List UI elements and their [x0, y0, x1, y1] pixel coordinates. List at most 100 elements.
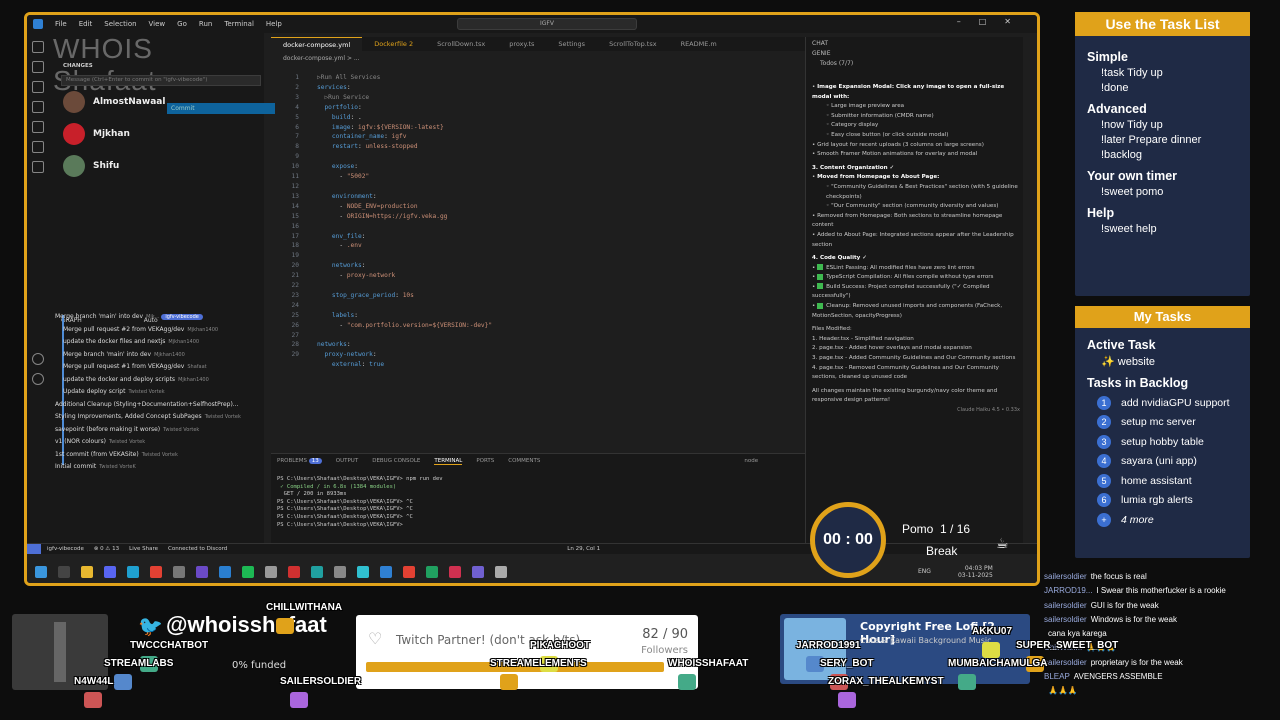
menu-terminal[interactable]: Terminal [224, 20, 254, 28]
tab-proxy[interactable]: proxy.ts [497, 40, 546, 48]
status-discord[interactable]: Connected to Discord [168, 546, 227, 552]
commit-row[interactable]: Merge pull request #1 from VEKAgg/dev Sha… [63, 361, 242, 374]
commit-row[interactable]: Styling Improvements, Added Concept SubP… [55, 411, 242, 424]
changes-header[interactable]: CHANGES [63, 63, 93, 69]
menu-edit[interactable]: Edit [79, 20, 93, 28]
terminal-shell-select[interactable]: node [744, 458, 758, 465]
remote-icon[interactable] [32, 141, 44, 153]
docker-icon[interactable] [32, 161, 44, 173]
tab-comments[interactable]: COMMENTS [508, 458, 540, 465]
tab-debug-console[interactable]: DEBUG CONSOLE [372, 458, 420, 465]
discord-icon[interactable] [104, 565, 116, 578]
commit-row[interactable]: Additional Cleanup (Styling+Documentatio… [55, 399, 242, 412]
gear-icon[interactable] [32, 373, 44, 385]
code-editor[interactable]: 1 2 3 4 5 6 7 8 9 10 11 12 13 14 15 16 17 18 19 20 21 22 23 24 2… [271, 67, 831, 447]
chrome-icon[interactable] [150, 565, 162, 578]
commit-row[interactable]: update the docker and deploy scripts Mjkh… [63, 374, 242, 387]
commit-row[interactable]: Update deploy script Twisted Vortek [63, 386, 242, 399]
search-icon[interactable] [58, 565, 70, 578]
checkmark-icon [817, 273, 824, 280]
menu-go[interactable]: Go [177, 20, 187, 28]
tab-dockerfile[interactable]: Dockerfile 2 [362, 40, 425, 48]
pdf-icon[interactable] [288, 565, 300, 578]
menu-help[interactable]: Help [266, 20, 282, 28]
commit-row[interactable]: update the docker files and nextjs Mjkhan… [63, 336, 242, 349]
chat-line: ◦ Easy close button (or click outside mo… [826, 131, 949, 138]
breadcrumb[interactable]: docker-compose.yml > ... [283, 55, 360, 62]
twitter-icon: 🐦 [138, 614, 163, 638]
commit-row[interactable]: Merge pull request #2 from VEKAgg/dev Mjk… [63, 324, 242, 337]
line-number: 26 [291, 321, 299, 329]
terminal-output[interactable]: PS C:\Users\Shafaat\Desktop\VEKA\IGFV> n… [277, 476, 443, 529]
line-number: 8 [295, 143, 299, 151]
app-icon[interactable] [242, 565, 254, 578]
extensions-icon[interactable] [32, 121, 44, 133]
commit-row[interactable]: 1st commit (from VEKASite) Twisted Vortek [55, 449, 242, 462]
app-icon[interactable] [357, 565, 369, 578]
menu-run[interactable]: Run [199, 20, 212, 28]
run-debug-icon[interactable] [32, 101, 44, 113]
commit-row[interactable]: Merge branch 'main' into dev Mjk... igfv-… [55, 311, 242, 324]
tab-readme[interactable]: README.m [669, 40, 729, 48]
menu-selection[interactable]: Selection [104, 20, 136, 28]
app-icon[interactable] [334, 565, 346, 578]
chat-line: • Added to About Page: Integrated sectio… [812, 231, 1014, 248]
chat-text: Grid layout for recent uploads (3 column… [817, 141, 984, 148]
windows-start-icon[interactable] [35, 565, 47, 578]
command-center[interactable]: IGFV [457, 18, 637, 30]
line-number: 5 [295, 113, 299, 121]
remote-indicator[interactable] [27, 543, 41, 555]
file-link[interactable]: Header.tsx - Simplified navigation [819, 336, 914, 342]
tab-scrolldown[interactable]: ScrollDown.tsx [425, 40, 497, 48]
file-link[interactable]: page.tsx - Added Community Guidelines an… [819, 355, 1015, 361]
tab-output[interactable]: OUTPUT [336, 458, 358, 465]
menu-file[interactable]: File [55, 20, 67, 28]
chrome-icon[interactable] [403, 565, 415, 578]
file-explorer-icon[interactable] [81, 565, 93, 578]
status-branch[interactable]: igfv-vibecode [47, 546, 84, 552]
commit-button[interactable]: Commit [167, 103, 275, 114]
tab-scrolltotop[interactable]: ScrollToTop.tsx [597, 40, 668, 48]
window-controls[interactable]: –□✕ [957, 17, 1029, 26]
status-cursor-position[interactable]: Ln 29, Col 1 [567, 546, 600, 552]
search-icon[interactable] [32, 61, 44, 73]
app-icon[interactable] [265, 565, 277, 578]
explorer-icon[interactable] [32, 41, 44, 53]
app-icon[interactable] [495, 565, 507, 578]
activity-bar [27, 33, 49, 543]
app-icon[interactable] [449, 565, 461, 578]
tab-ports[interactable]: PORTS [476, 458, 494, 465]
vscode-icon[interactable] [380, 565, 392, 578]
app-icon[interactable] [219, 565, 231, 578]
viewer-name-label: AKKU07 [972, 626, 1013, 637]
edge-icon[interactable] [127, 565, 139, 578]
tab-docker-compose[interactable]: docker-compose.yml [271, 37, 363, 51]
menu-view[interactable]: View [149, 20, 166, 28]
app-icon[interactable] [173, 565, 185, 578]
avatar [63, 155, 85, 177]
viewer-name-label: ZORAX_THEALKEMYST [828, 676, 944, 687]
status-live-share[interactable]: Live Share [129, 546, 158, 552]
todos-toggle[interactable]: Todos (7/7) [806, 60, 1023, 70]
commit-row[interactable]: Initial commit Twisted VorteK [55, 461, 242, 474]
source-control-icon[interactable] [32, 81, 44, 93]
chat-line: All changes maintain the existing burgun… [812, 387, 1020, 406]
chat-username: BLEAP [1044, 672, 1070, 682]
tab-settings[interactable]: Settings [546, 40, 597, 48]
file-link[interactable]: page.tsx - Added hover overlays and moda… [819, 345, 972, 351]
menu-bar[interactable]: File Edit Selection View Go Run Terminal Help [49, 20, 288, 28]
app-icon[interactable] [472, 565, 484, 578]
app-icon[interactable] [196, 565, 208, 578]
app-icon[interactable] [426, 565, 438, 578]
commit-row[interactable]: v1 (NOR colours) Twisted Vortek [55, 436, 242, 449]
commit-row[interactable]: Merge branch 'main' into dev Mjkhan1400 [63, 349, 242, 362]
accounts-icon[interactable] [32, 353, 44, 365]
status-problems[interactable]: ⊗ 0 ⚠ 13 [94, 546, 119, 552]
tab-problems[interactable]: PROBLEMS 13 [277, 458, 322, 465]
app-icon[interactable] [311, 565, 323, 578]
commit-message-input[interactable]: Message (Ctrl+Enter to commit on "igfv-v… [61, 75, 261, 86]
commit-row[interactable]: savepoint (before making it worse) Twiste… [55, 424, 242, 437]
file-link[interactable]: page.tsx - Removed Community Guidelines … [812, 365, 999, 381]
tab-terminal[interactable]: TERMINAL [434, 458, 463, 465]
task-number: 5 [1097, 473, 1111, 488]
